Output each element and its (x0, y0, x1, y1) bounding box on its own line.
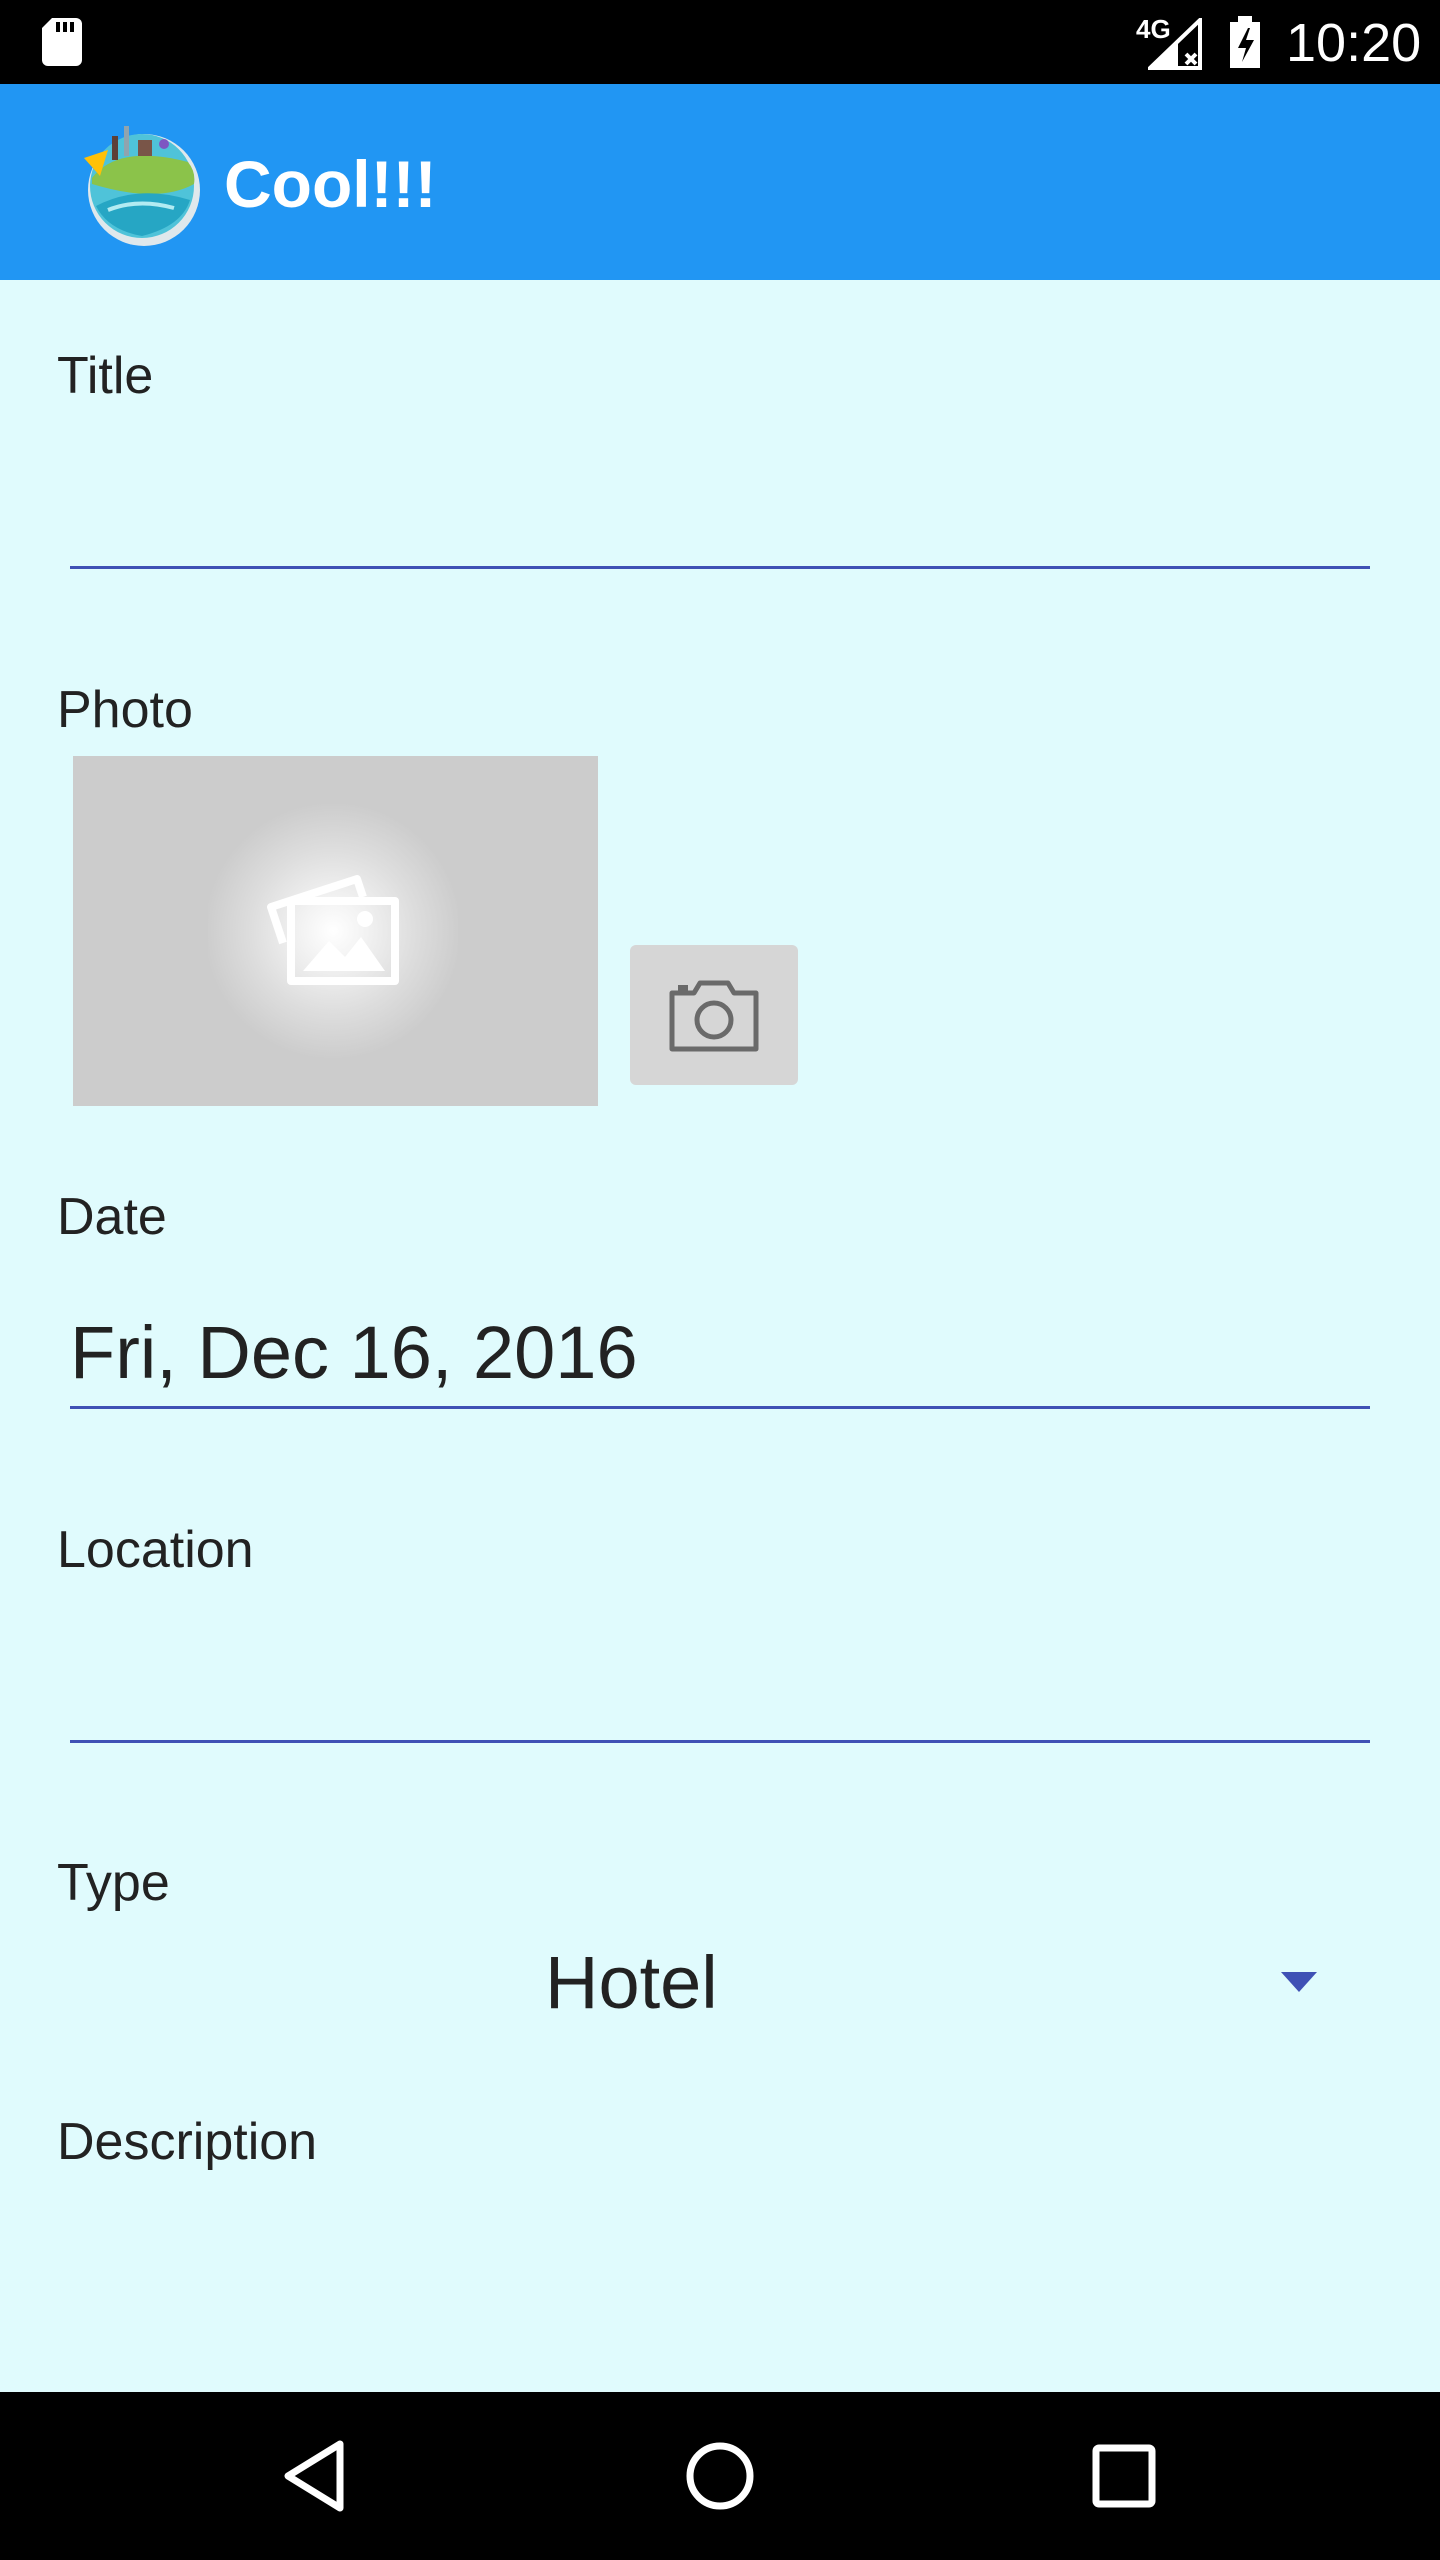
app-bar: Cool!!! (0, 84, 1440, 280)
location-label: Location (57, 1521, 254, 1579)
home-icon[interactable] (670, 2426, 770, 2526)
battery-icon (1230, 16, 1260, 68)
description-label: Description (57, 2113, 318, 2171)
status-bar: 4G 10:20 (0, 0, 1440, 84)
photo-preview[interactable] (73, 756, 598, 1106)
type-spinner[interactable]: Hotel (57, 1930, 1370, 2040)
recents-icon[interactable] (1074, 2426, 1174, 2526)
location-input[interactable] (70, 1640, 1370, 1740)
navigation-bar (0, 2392, 1440, 2560)
title-input[interactable] (70, 460, 1370, 564)
photo-label: Photo (57, 681, 193, 739)
date-input[interactable]: Fri, Dec 16, 2016 (70, 1308, 1370, 1398)
sd-card-icon (42, 18, 82, 66)
title-label: Title (57, 347, 154, 405)
back-icon[interactable] (266, 2426, 366, 2526)
app-title: Cool!!! (224, 147, 437, 221)
type-label: Type (57, 1854, 170, 1912)
location-input-underline (70, 1740, 1370, 1743)
date-input-underline (70, 1406, 1370, 1409)
app-logo-icon (84, 126, 200, 246)
clock: 10:20 (1286, 13, 1422, 73)
screen: 4G 10:20 Cool!!! Title Photo Date Fri, D… (0, 0, 1440, 2560)
image-placeholder-icon (267, 875, 399, 985)
dropdown-arrow-icon (1281, 1972, 1317, 1992)
camera-button[interactable] (630, 945, 798, 1085)
camera-icon (669, 980, 759, 1052)
type-selected-value: Hotel (545, 1941, 718, 2024)
date-label: Date (57, 1188, 167, 1246)
title-input-underline (70, 566, 1370, 569)
signal-icon (1148, 18, 1202, 70)
